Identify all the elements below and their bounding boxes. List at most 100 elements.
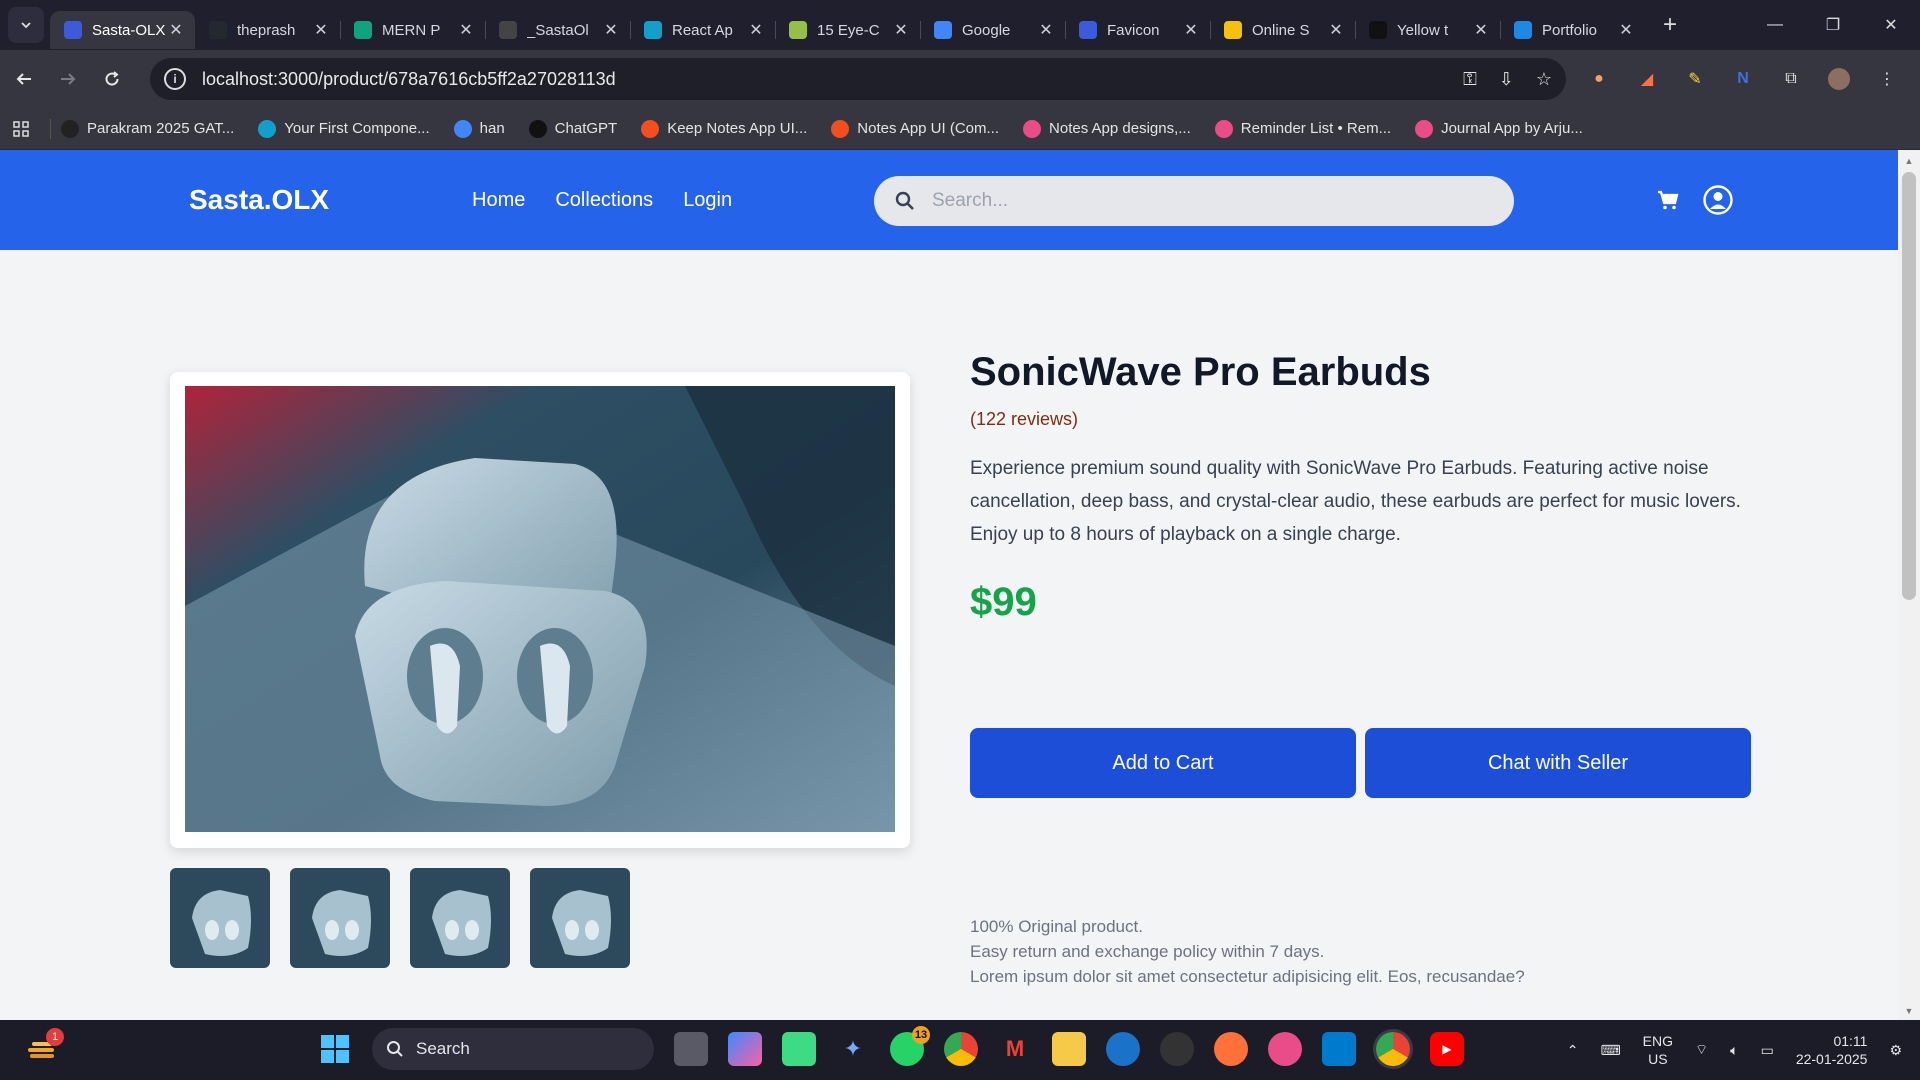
page-scrollbar[interactable]: ▲ ▼ xyxy=(1898,150,1920,1020)
browser-tab[interactable]: Google ✕ xyxy=(920,11,1065,49)
android-studio-icon[interactable] xyxy=(782,1032,816,1066)
widgets-button[interactable]: 1 xyxy=(26,1028,64,1066)
apps-grid-icon[interactable] xyxy=(0,120,42,137)
url-text[interactable]: localhost:3000/product/678a7616cb5ff2a27… xyxy=(202,69,616,90)
tray-chevron-icon[interactable]: ⌃ xyxy=(1567,1042,1579,1059)
bookmark-item[interactable]: ChatGPT xyxy=(528,119,617,138)
reload-button[interactable] xyxy=(92,59,132,99)
whatsapp-icon[interactable]: 13 xyxy=(890,1026,930,1066)
start-button[interactable] xyxy=(318,1032,352,1066)
github-icon[interactable] xyxy=(1160,1032,1194,1066)
tab-close-icon[interactable]: ✕ xyxy=(457,20,475,40)
browser-tab[interactable]: Favicon ✕ xyxy=(1065,11,1210,49)
browser-tab[interactable]: theprash ✕ xyxy=(195,11,340,49)
browser-tab[interactable]: MERN P ✕ xyxy=(340,11,485,49)
chrome-icon[interactable] xyxy=(944,1032,978,1066)
language-indicator[interactable]: ENG US xyxy=(1643,1032,1673,1068)
minimize-icon[interactable]: — xyxy=(1746,0,1804,50)
browser-tab[interactable]: Sasta-OLX ✕ xyxy=(50,11,195,49)
profile-avatar[interactable] xyxy=(1828,68,1850,90)
search-input[interactable] xyxy=(932,190,1472,212)
menu-icon[interactable]: ⋮ xyxy=(1876,68,1898,90)
cart-icon[interactable] xyxy=(1656,188,1680,217)
file-explorer-icon[interactable] xyxy=(1052,1032,1086,1066)
chevron-down-icon xyxy=(21,22,31,29)
review-count: (122 reviews) xyxy=(970,409,1079,429)
tab-close-icon[interactable]: ✕ xyxy=(1327,20,1345,40)
extension-icon-3[interactable]: ✎ xyxy=(1684,68,1706,90)
close-window-icon[interactable]: ✕ xyxy=(1862,0,1920,50)
battery-icon[interactable]: ▭ xyxy=(1761,1042,1774,1059)
new-tab-button[interactable]: + xyxy=(1663,11,1677,39)
taskbar-search[interactable]: Search xyxy=(372,1028,654,1070)
edge-icon[interactable] xyxy=(1106,1032,1140,1066)
tab-close-icon[interactable]: ✕ xyxy=(167,20,185,40)
thumbnail-3[interactable] xyxy=(410,868,510,968)
chat-with-seller-button[interactable]: Chat with Seller xyxy=(1365,728,1751,798)
tab-close-icon[interactable]: ✕ xyxy=(1617,20,1635,40)
bookmark-item[interactable]: han xyxy=(453,119,505,138)
vscode-icon[interactable] xyxy=(1322,1032,1356,1066)
bookmark-item[interactable]: Notes App designs,... xyxy=(1023,119,1191,138)
puzzle-icon[interactable]: ⧉ xyxy=(1780,68,1802,90)
bookmark-item[interactable]: Notes App UI (Com... xyxy=(831,119,999,138)
tab-close-icon[interactable]: ✕ xyxy=(602,20,620,40)
keyboard-icon[interactable]: ⌨ xyxy=(1600,1042,1620,1059)
tab-close-icon[interactable]: ✕ xyxy=(1182,20,1200,40)
site-info-icon[interactable]: i xyxy=(164,68,186,90)
scroll-up-icon[interactable]: ▲ xyxy=(1898,152,1920,170)
tab-close-icon[interactable]: ✕ xyxy=(1037,20,1055,40)
browser-tab[interactable]: Online S ✕ xyxy=(1210,11,1355,49)
forward-button[interactable] xyxy=(48,59,88,99)
browser-tab[interactable]: 15 Eye-C ✕ xyxy=(775,11,920,49)
firefox-icon[interactable] xyxy=(1214,1032,1248,1066)
main-nav: Home Collections Login xyxy=(472,189,732,212)
task-view-icon[interactable] xyxy=(674,1032,708,1066)
browser-tab[interactable]: React Ap ✕ xyxy=(630,11,775,49)
copilot-icon[interactable] xyxy=(728,1032,762,1066)
tab-title: Online S xyxy=(1252,21,1310,39)
browser-tab[interactable]: Portfolio ✕ xyxy=(1500,11,1645,49)
youtube-icon[interactable]: ▶ xyxy=(1430,1032,1464,1066)
thumbnail-2[interactable] xyxy=(290,868,390,968)
volume-icon[interactable]: 🔈︎ xyxy=(1730,1042,1738,1059)
dribbble-icon[interactable] xyxy=(1268,1032,1302,1066)
extension-icon-2[interactable]: ◢ xyxy=(1636,68,1658,90)
settings-icon[interactable]: ⚙ xyxy=(1889,1042,1902,1059)
browser-tab[interactable]: Yellow t ✕ xyxy=(1355,11,1500,49)
scroll-thumb[interactable] xyxy=(1902,172,1916,600)
extension-icon-4[interactable]: N xyxy=(1732,68,1754,90)
tab-close-icon[interactable]: ✕ xyxy=(747,20,765,40)
nav-home[interactable]: Home xyxy=(472,189,525,212)
bookmark-item[interactable]: Parakram 2025 GAT... xyxy=(61,119,234,138)
chrome-profile-icon[interactable] xyxy=(1376,1032,1410,1066)
add-to-cart-button[interactable]: Add to Cart xyxy=(970,728,1356,798)
extension-icon-1[interactable]: ● xyxy=(1588,68,1610,90)
user-icon[interactable] xyxy=(1702,184,1734,221)
nav-login[interactable]: Login xyxy=(683,189,732,212)
browser-tab[interactable]: _SastaOl ✕ xyxy=(485,11,630,49)
address-bar[interactable]: i localhost:3000/product/678a7616cb5ff2a… xyxy=(150,58,1566,100)
thumbnail-1[interactable] xyxy=(170,868,270,968)
key-icon[interactable]: ⚿ xyxy=(1463,69,1477,90)
tab-close-icon[interactable]: ✕ xyxy=(312,20,330,40)
wifi-icon[interactable]: ⌔ xyxy=(1695,1041,1708,1059)
gemini-icon[interactable]: ✦ xyxy=(836,1032,870,1066)
nav-collections[interactable]: Collections xyxy=(555,189,653,212)
bookmark-item[interactable]: Reminder List • Rem... xyxy=(1214,119,1391,138)
tab-close-icon[interactable]: ✕ xyxy=(892,20,910,40)
back-button[interactable] xyxy=(4,59,44,99)
bookmark-item[interactable]: Keep Notes App UI... xyxy=(641,119,807,138)
clock[interactable]: 01:11 22-01-2025 xyxy=(1796,1032,1868,1068)
scroll-down-icon[interactable]: ▼ xyxy=(1898,1002,1920,1020)
bookmark-item[interactable]: Your First Compone... xyxy=(258,119,430,138)
tab-close-icon[interactable]: ✕ xyxy=(1472,20,1490,40)
bookmark-star-icon[interactable]: ☆ xyxy=(1536,69,1552,90)
restore-icon[interactable]: ❐ xyxy=(1804,0,1862,50)
thumbnail-4[interactable] xyxy=(530,868,630,968)
tab-search-button[interactable] xyxy=(8,7,44,43)
site-logo[interactable]: Sasta.OLX xyxy=(189,184,329,216)
bookmark-item[interactable]: Journal App by Arju... xyxy=(1415,119,1583,138)
install-app-icon[interactable]: ⇩ xyxy=(1499,69,1514,90)
gmail-icon[interactable]: M xyxy=(998,1032,1032,1066)
